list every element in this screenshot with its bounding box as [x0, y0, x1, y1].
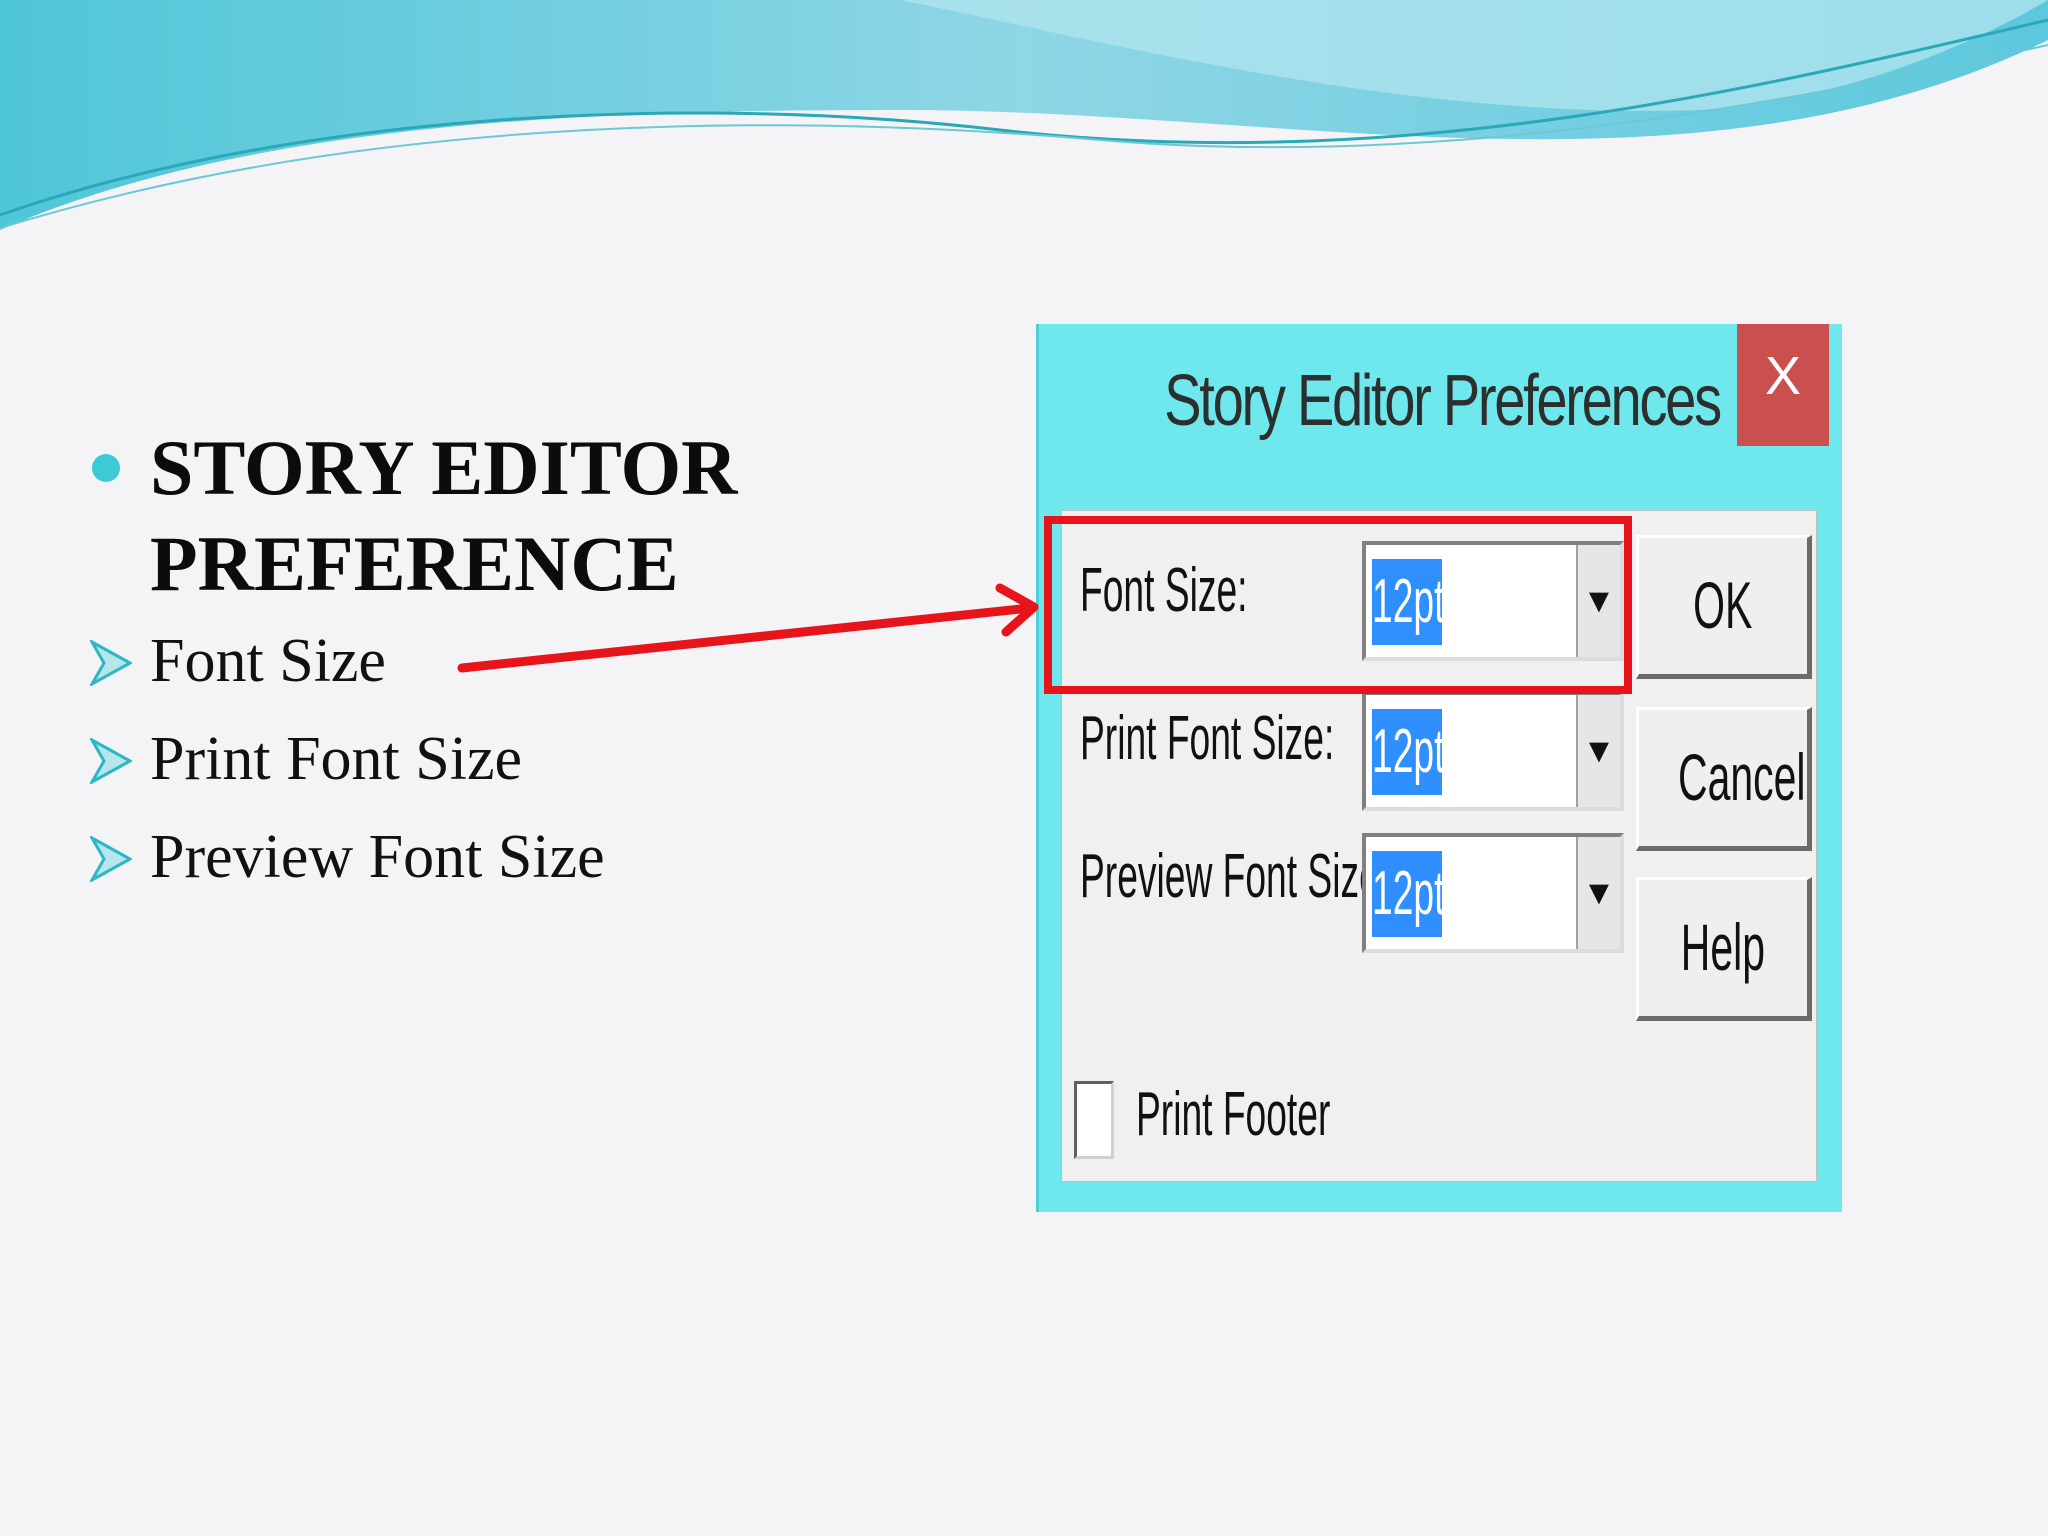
story-editor-preferences-dialog: Story Editor Preferences X Font Size: 12… — [1036, 324, 1842, 1212]
print-font-size-value: 12pt — [1372, 709, 1442, 795]
sub-bullet-label: Preview Font Size — [150, 823, 605, 891]
bullet-dot-icon — [92, 454, 120, 482]
preview-font-size-value: 12pt — [1372, 851, 1442, 937]
main-bullet: STORY EDITOR PREFERENCE — [90, 420, 990, 612]
font-size-highlight-box — [1044, 516, 1632, 694]
preview-font-size-select[interactable]: 12pt ▼ — [1362, 833, 1624, 953]
print-footer-label: Print Footer — [1136, 1080, 1331, 1149]
sub-bullet-print-font-size: Print Font Size — [90, 710, 990, 808]
chevron-down-icon[interactable]: ▼ — [1576, 695, 1620, 807]
bullet-list: STORY EDITOR PREFERENCE Font Size Print … — [90, 420, 990, 906]
arrowhead-bullet-icon — [90, 640, 132, 686]
preview-font-size-label: Preview Font Size: — [1080, 842, 1391, 911]
sub-bullet-label: Print Font Size — [150, 725, 523, 793]
header-wave-decoration — [0, 0, 2048, 230]
arrowhead-bullet-icon — [90, 738, 132, 784]
help-button[interactable]: Help — [1636, 877, 1812, 1021]
chevron-down-icon[interactable]: ▼ — [1576, 837, 1620, 949]
sub-bullet-label: Font Size — [150, 627, 386, 695]
sub-bullet-preview-font-size: Preview Font Size — [90, 808, 990, 906]
bullet-heading: STORY EDITOR PREFERENCE — [150, 424, 738, 607]
ok-button[interactable]: OK — [1636, 535, 1812, 679]
cancel-button[interactable]: Cancel — [1636, 707, 1812, 851]
close-button[interactable]: X — [1737, 324, 1829, 446]
arrowhead-bullet-icon — [90, 836, 132, 882]
print-font-size-select[interactable]: 12pt ▼ — [1362, 691, 1624, 811]
dialog-title: Story Editor Preferences — [1164, 361, 1722, 441]
print-font-size-label: Print Font Size: — [1080, 704, 1335, 773]
print-footer-checkbox[interactable] — [1074, 1081, 1114, 1159]
sub-bullet-font-size: Font Size — [90, 612, 990, 710]
